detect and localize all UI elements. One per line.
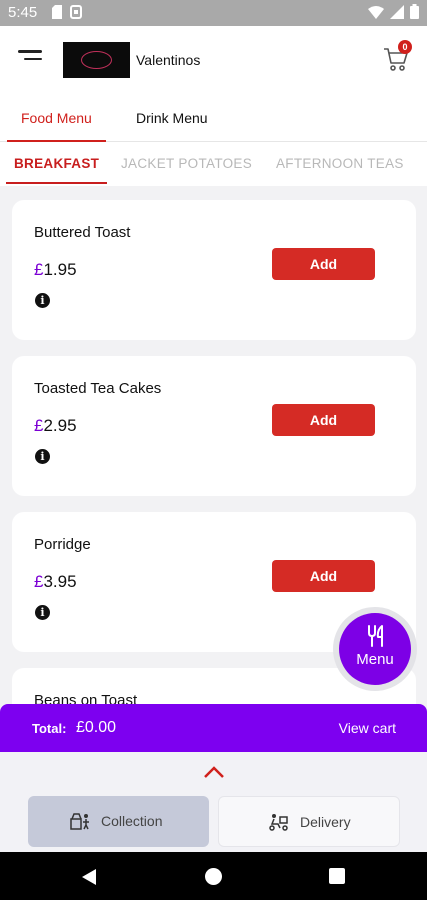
info-icon[interactable]: i bbox=[35, 449, 50, 464]
menu-type-tabs: Food Menu Drink Menu bbox=[0, 94, 427, 142]
info-icon[interactable]: i bbox=[35, 293, 50, 308]
wifi-icon bbox=[368, 5, 384, 23]
menu-item-card: Buttered Toast £1.95 i Add bbox=[12, 200, 416, 340]
restaurant-logo bbox=[63, 42, 130, 78]
back-icon[interactable] bbox=[81, 868, 97, 886]
status-bar: 5:45 bbox=[0, 0, 427, 26]
sim-card-icon bbox=[52, 5, 62, 23]
hamburger-menu-icon[interactable] bbox=[18, 50, 48, 68]
item-price: £3.95 bbox=[34, 572, 77, 591]
delivery-label: Delivery bbox=[300, 814, 351, 830]
tab-afternoon-teas[interactable]: AFTERNOON TEAS bbox=[276, 142, 404, 186]
cutlery-icon bbox=[368, 625, 383, 647]
cart-count-badge: 0 bbox=[398, 40, 412, 54]
add-button[interactable]: Add bbox=[272, 404, 375, 436]
status-time: 5:45 bbox=[8, 4, 38, 21]
view-cart-link[interactable]: View cart bbox=[339, 720, 396, 736]
order-mode-panel: Collection Delivery bbox=[0, 752, 427, 852]
tab-drink-menu[interactable]: Drink Menu bbox=[136, 94, 208, 142]
item-name: Porridge bbox=[34, 536, 91, 553]
total-label: Total: bbox=[32, 721, 67, 736]
category-tabs: BREAKFAST JACKET POTATOES AFTERNOON TEAS bbox=[0, 142, 427, 186]
recent-apps-icon[interactable] bbox=[329, 868, 345, 884]
sync-icon bbox=[70, 5, 82, 23]
system-navigation-bar bbox=[0, 852, 427, 900]
tab-jacket-potatoes[interactable]: JACKET POTATOES bbox=[121, 142, 252, 186]
add-button[interactable]: Add bbox=[272, 248, 375, 280]
collection-store-icon bbox=[70, 813, 89, 830]
menu-fab-label: Menu bbox=[356, 651, 394, 668]
add-button[interactable]: Add bbox=[272, 560, 375, 592]
collection-button[interactable]: Collection bbox=[28, 796, 209, 847]
status-icons bbox=[368, 4, 419, 23]
cart-button[interactable]: 0 bbox=[383, 40, 412, 72]
battery-icon bbox=[410, 4, 419, 23]
menu-item-card: Toasted Tea Cakes £2.95 i Add bbox=[12, 356, 416, 496]
total-value: £0.00 bbox=[76, 719, 117, 736]
info-icon[interactable]: i bbox=[35, 605, 50, 620]
tab-food-menu[interactable]: Food Menu bbox=[7, 94, 106, 142]
item-price: £2.95 bbox=[34, 416, 77, 435]
item-price: £1.95 bbox=[34, 260, 77, 279]
item-name: Toasted Tea Cakes bbox=[34, 380, 162, 397]
brand-name: Valentinos bbox=[136, 52, 201, 68]
menu-fab-button[interactable]: Menu bbox=[339, 613, 411, 685]
item-name: Buttered Toast bbox=[34, 224, 131, 241]
delivery-button[interactable]: Delivery bbox=[218, 796, 400, 847]
cart-total-bar: Total: £0.00 View cart bbox=[0, 704, 427, 752]
delivery-scooter-icon bbox=[269, 814, 288, 831]
collection-label: Collection bbox=[101, 813, 163, 829]
chevron-up-icon[interactable] bbox=[203, 765, 225, 779]
home-icon[interactable] bbox=[205, 868, 222, 885]
app-header: Valentinos 0 bbox=[0, 26, 427, 94]
tab-breakfast[interactable]: BREAKFAST bbox=[5, 142, 108, 186]
signal-icon bbox=[390, 4, 404, 23]
